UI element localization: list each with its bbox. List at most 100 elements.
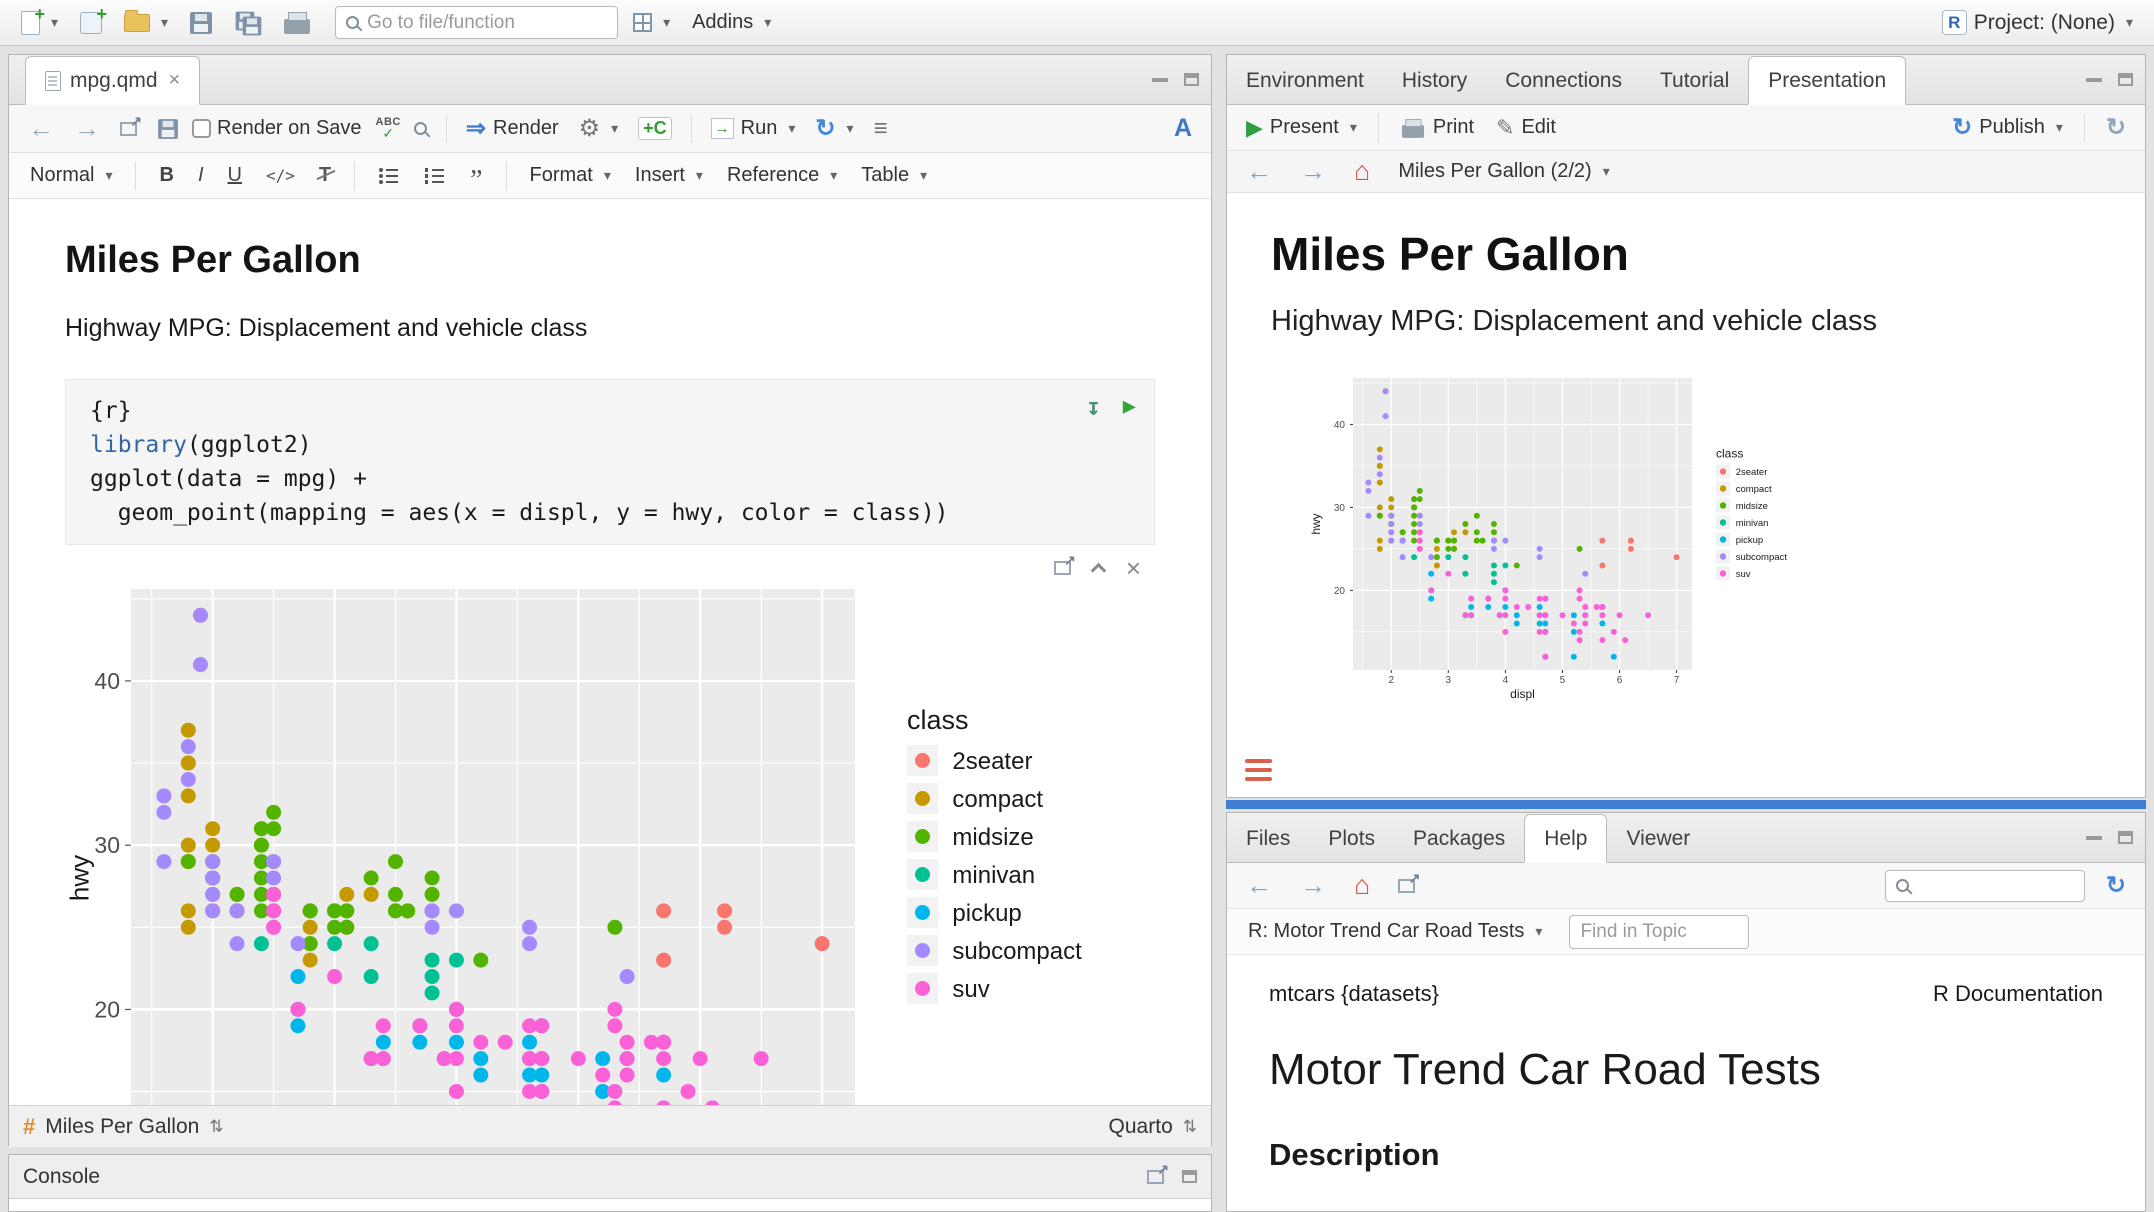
- pane-focus-divider[interactable]: [1226, 800, 2146, 809]
- goto-file-input[interactable]: [367, 12, 607, 34]
- help-search-box[interactable]: [1885, 870, 2085, 902]
- save-all-button[interactable]: [227, 6, 269, 40]
- maximize-pane-icon[interactable]: [1184, 73, 1199, 86]
- popout-source-button[interactable]: [113, 118, 144, 140]
- svg-text:hwy: hwy: [1309, 513, 1323, 534]
- tab-help[interactable]: Help: [1524, 814, 1607, 863]
- present-button[interactable]: ▶Present▾: [1239, 111, 1364, 145]
- tab-presentation[interactable]: Presentation: [1748, 56, 1906, 105]
- collapse-output-icon[interactable]: [1091, 563, 1107, 579]
- popout-plot-icon[interactable]: [1054, 561, 1071, 575]
- republish-button[interactable]: ↻▾: [808, 110, 860, 147]
- svg-text:5: 5: [1560, 675, 1566, 686]
- save-button[interactable]: [183, 8, 219, 38]
- tab-packages[interactable]: Packages: [1394, 814, 1524, 863]
- addins-button[interactable]: Addins▾: [685, 7, 778, 38]
- run-chunk-icon[interactable]: ▶: [1123, 390, 1136, 424]
- minimize-pane-icon[interactable]: [2086, 78, 2102, 82]
- status-section-label[interactable]: Miles Per Gallon: [45, 1115, 199, 1139]
- close-tab-icon[interactable]: ×: [169, 69, 181, 92]
- save-source-button[interactable]: [150, 114, 186, 144]
- outline-toggle-button[interactable]: ≡: [867, 111, 893, 147]
- caret-down-icon: ▾: [105, 167, 112, 184]
- code-chunk[interactable]: ↧ ▶ {r} library(ggplot2) ggplot(data = m…: [65, 379, 1155, 545]
- minimize-pane-icon[interactable]: [1152, 78, 1168, 82]
- doc-format-label[interactable]: Quarto: [1109, 1115, 1173, 1139]
- italic-button[interactable]: I: [191, 160, 211, 191]
- goto-file-search[interactable]: [335, 6, 618, 39]
- clear-formatting-button[interactable]: T: [312, 160, 338, 191]
- render-button[interactable]: ⇒Render: [459, 110, 566, 147]
- open-file-button[interactable]: ▾: [117, 10, 175, 36]
- tab-connections[interactable]: Connections: [1486, 56, 1641, 105]
- print-presentation-button[interactable]: Print: [1393, 112, 1481, 143]
- table-menu[interactable]: Table▾: [854, 160, 934, 191]
- clear-output-icon[interactable]: ×: [1126, 555, 1141, 581]
- help-forward-button[interactable]: →: [1293, 866, 1333, 905]
- tab-mpg-qmd[interactable]: mpg.qmd ×: [25, 56, 200, 105]
- slide-home-button[interactable]: ⌂: [1347, 152, 1377, 191]
- svg-text:40: 40: [1334, 420, 1346, 431]
- new-file-button[interactable]: +▾: [14, 7, 65, 39]
- clear-formatting-icon: T: [319, 164, 331, 187]
- help-back-button[interactable]: ←: [1239, 866, 1279, 905]
- svg-text:2seater: 2seater: [952, 748, 1032, 775]
- maximize-pane-icon[interactable]: [1182, 1170, 1197, 1183]
- publish-button[interactable]: ↻Publish▾: [1945, 109, 2070, 146]
- help-home-button[interactable]: ⌂: [1347, 866, 1377, 905]
- render-options-button[interactable]: ⚙▾: [572, 110, 626, 147]
- bold-button[interactable]: B: [152, 160, 180, 191]
- minimize-pane-icon[interactable]: [2086, 836, 2102, 840]
- numbered-list-button[interactable]: [417, 163, 453, 189]
- maximize-pane-icon[interactable]: [2118, 831, 2133, 844]
- workspace-panes-button[interactable]: ▾: [626, 9, 677, 36]
- slide-back-button[interactable]: ←: [1239, 152, 1279, 191]
- spellcheck-button[interactable]: ABC✓: [376, 117, 401, 140]
- maximize-pane-icon[interactable]: [2118, 73, 2133, 86]
- format-menu[interactable]: Format▾: [523, 160, 618, 191]
- paragraph-style-select[interactable]: Normal▾: [23, 160, 119, 191]
- help-refresh-button[interactable]: ↻: [2099, 867, 2133, 904]
- tab-files[interactable]: Files: [1227, 814, 1309, 863]
- slide-selector[interactable]: Miles Per Gallon (2/2)▾: [1391, 156, 1616, 187]
- run-button[interactable]: →Run▾: [704, 113, 803, 144]
- print-button[interactable]: [277, 8, 317, 38]
- search-icon: [346, 16, 359, 29]
- home-icon: ⌂: [1354, 870, 1370, 901]
- underline-button[interactable]: U: [221, 160, 249, 191]
- slide-menu-icon[interactable]: [1245, 759, 1272, 781]
- help-popout-button[interactable]: [1391, 875, 1422, 897]
- console-header[interactable]: Console: [9, 1155, 1211, 1199]
- document-editor[interactable]: Miles Per Gallon Highway MPG: Displaceme…: [9, 199, 1211, 1105]
- panes-grid-icon: [633, 13, 652, 32]
- tab-viewer[interactable]: Viewer: [1607, 814, 1709, 863]
- caret-down-icon: ▾: [2126, 14, 2133, 31]
- new-project-button[interactable]: +: [73, 8, 109, 38]
- refresh-presentation-button[interactable]: ↻: [2099, 109, 2133, 146]
- find-replace-button[interactable]: [407, 118, 434, 139]
- caret-down-icon: ▾: [663, 14, 670, 31]
- insert-chunk-button[interactable]: +C: [631, 113, 679, 144]
- popout-console-icon[interactable]: [1147, 1170, 1164, 1184]
- project-menu-button[interactable]: R Project: (None) ▾: [1935, 6, 2140, 39]
- slide-forward-button[interactable]: →: [1293, 152, 1333, 191]
- tab-history[interactable]: History: [1383, 56, 1486, 105]
- visual-editor-toggle[interactable]: A: [1167, 110, 1199, 147]
- edit-presentation-button[interactable]: ✎Edit: [1489, 111, 1563, 145]
- render-on-save-checkbox[interactable]: [192, 119, 211, 138]
- tab-environment[interactable]: Environment: [1227, 56, 1383, 105]
- tab-tutorial[interactable]: Tutorial: [1641, 56, 1748, 105]
- help-topic-selector[interactable]: R: Motor Trend Car Road Tests▾: [1241, 916, 1549, 947]
- blockquote-button[interactable]: ”: [463, 160, 489, 192]
- code-format-button[interactable]: </>: [259, 162, 302, 189]
- forward-button[interactable]: →: [67, 109, 107, 148]
- insert-menu[interactable]: Insert▾: [628, 160, 710, 191]
- tab-plots[interactable]: Plots: [1309, 814, 1394, 863]
- run-chunks-above-icon[interactable]: ↧: [1086, 390, 1100, 424]
- find-in-topic-input[interactable]: [1569, 915, 1749, 949]
- back-button[interactable]: ←: [21, 109, 61, 148]
- reference-menu[interactable]: Reference▾: [720, 160, 844, 191]
- help-search-input[interactable]: [1917, 875, 2067, 897]
- bullet-list-button[interactable]: [371, 163, 407, 189]
- tab-label: History: [1402, 69, 1467, 93]
